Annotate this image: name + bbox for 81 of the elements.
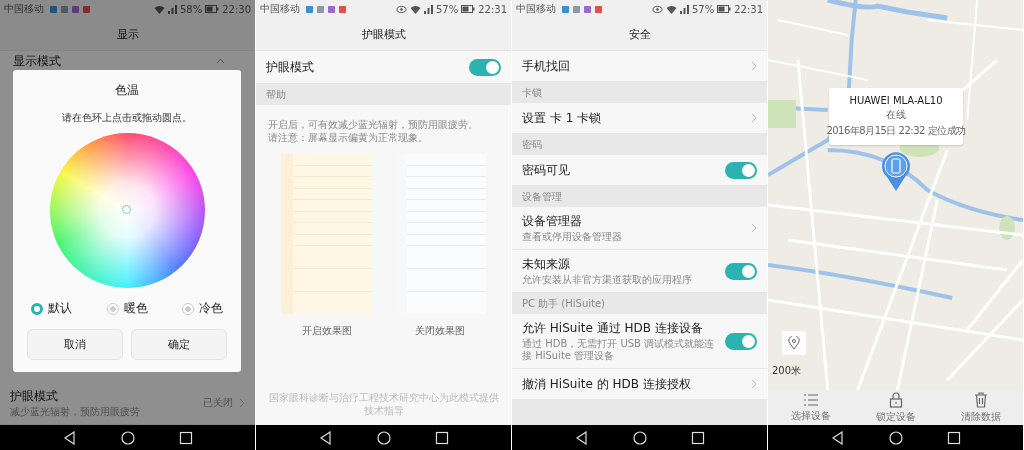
chevron-right-icon bbox=[751, 379, 757, 389]
setting-title: 设置 卡 1 卡锁 bbox=[522, 109, 603, 127]
settings-row[interactable]: 撤消 HiSuite 的 HDB 连接授权 bbox=[512, 369, 767, 400]
carrier-name: 中国移动 bbox=[4, 2, 44, 16]
screen-title: 护眼模式 bbox=[256, 18, 511, 51]
action-button[interactable]: 选择设备 bbox=[790, 392, 831, 423]
radio-option[interactable]: 默认 bbox=[31, 300, 72, 317]
dialog-hint: 请在色环上点击或拖动圆点。 bbox=[62, 111, 192, 125]
radio-option[interactable]: 冷色 bbox=[182, 300, 223, 317]
dialog-button[interactable]: 取消 bbox=[27, 329, 123, 360]
setting-title: 密码可见 bbox=[522, 161, 571, 179]
location-time: 2016年8月15日 22:32 定位成功 bbox=[826, 124, 966, 138]
battery-percent: 57% bbox=[691, 3, 715, 15]
chevron-right-icon bbox=[239, 398, 245, 408]
settings-row[interactable]: 设置 卡 1 卡锁 bbox=[512, 103, 767, 134]
battery-icon bbox=[205, 5, 220, 13]
setting-description: 通过 HDB，无需打开 USB 调试模式就能连接 HiSuite 管理设备 bbox=[522, 338, 716, 362]
location-pin-icon bbox=[788, 336, 800, 350]
toggle-switch[interactable] bbox=[725, 332, 757, 350]
list-icon bbox=[802, 392, 819, 407]
setting-label: 显示模式 bbox=[13, 52, 61, 70]
notification-icons bbox=[49, 4, 93, 14]
settings-row[interactable]: 密码可见 bbox=[512, 155, 767, 186]
dialog-title: 色温 bbox=[115, 82, 139, 99]
battery-percent: 58% bbox=[179, 3, 203, 15]
wifi-icon bbox=[409, 4, 421, 14]
setting-title: 设备管理器 bbox=[522, 213, 583, 230]
help-text: 开启后，可有效减少蓝光辐射，预防用眼疲劳。 bbox=[268, 119, 479, 132]
toggle-switch[interactable] bbox=[725, 262, 757, 280]
chevron-right-icon bbox=[751, 223, 757, 233]
notification-icons bbox=[305, 4, 349, 14]
notification-icons bbox=[561, 4, 605, 14]
setting-description: 允许安装从非官方渠道获取的应用程序 bbox=[522, 274, 693, 286]
screen-title: 安全 bbox=[512, 18, 767, 51]
trash-icon bbox=[973, 391, 988, 408]
device-name: HUAWEI MLA-AL10 bbox=[849, 95, 943, 106]
clock: 22:31 bbox=[478, 3, 507, 15]
setting-title: 手机找回 bbox=[522, 57, 571, 75]
chevron-up-icon bbox=[216, 58, 225, 64]
battery-icon bbox=[461, 5, 476, 13]
toggle-switch[interactable] bbox=[469, 58, 501, 76]
signal-icon bbox=[167, 4, 177, 14]
settings-row[interactable]: 设备管理器 查看或停用设备管理器 bbox=[512, 207, 767, 250]
setting-title: 护眼模式 bbox=[266, 58, 315, 76]
radio-option[interactable]: 暖色 bbox=[106, 300, 148, 317]
eye-icon bbox=[395, 5, 407, 13]
wifi-icon bbox=[153, 4, 165, 14]
battery-icon bbox=[717, 5, 732, 13]
map-scale: 200米 bbox=[772, 364, 802, 378]
screen-title: 显示 bbox=[0, 18, 255, 51]
chevron-right-icon bbox=[751, 61, 757, 71]
clock: 22:30 bbox=[222, 3, 251, 15]
signal-icon bbox=[679, 4, 689, 14]
locate-button[interactable] bbox=[782, 331, 806, 355]
setting-title: 允许 HiSuite 通过 HDB 连接设备 bbox=[522, 320, 704, 337]
phone-location-pin-icon bbox=[882, 152, 910, 192]
device-status: 在线 bbox=[886, 108, 906, 122]
preview-caption: 关闭效果图 bbox=[415, 324, 466, 338]
setting-description: 查看或停用设备管理器 bbox=[522, 231, 623, 243]
carrier-name: 中国移动 bbox=[516, 2, 556, 16]
settings-row[interactable]: 手机找回 bbox=[512, 51, 767, 82]
carrier-name: 中国移动 bbox=[260, 2, 300, 16]
setting-title: 护眼模式 bbox=[10, 388, 59, 405]
battery-percent: 57% bbox=[435, 3, 459, 15]
lock-icon bbox=[888, 391, 903, 408]
action-button[interactable]: 锁定设备 bbox=[875, 391, 916, 424]
action-button[interactable]: 清除数据 bbox=[960, 391, 1001, 424]
eye-icon bbox=[651, 5, 663, 13]
section-header: 帮助 bbox=[256, 84, 511, 105]
signal-icon bbox=[423, 4, 433, 14]
settings-row[interactable]: 未知来源 允许安装从非官方渠道获取的应用程序 bbox=[512, 250, 767, 293]
toggle-switch[interactable] bbox=[725, 161, 757, 179]
chevron-right-icon bbox=[751, 113, 757, 123]
help-text: 请注意：屏幕显示偏黄为正常现象。 bbox=[268, 131, 429, 144]
preview-caption: 开启效果图 bbox=[301, 324, 352, 338]
setting-title: 未知来源 bbox=[522, 256, 571, 273]
clock: 22:31 bbox=[734, 3, 763, 15]
setting-title: 撤消 HiSuite 的 HDB 连接授权 bbox=[522, 375, 692, 393]
dialog-button[interactable]: 确定 bbox=[131, 329, 227, 360]
wifi-icon bbox=[665, 4, 677, 14]
settings-row[interactable]: 允许 HiSuite 通过 HDB 连接设备 通过 HDB，无需打开 USB 调试模式就能连接 HiSuite 管理设备 bbox=[512, 314, 767, 369]
